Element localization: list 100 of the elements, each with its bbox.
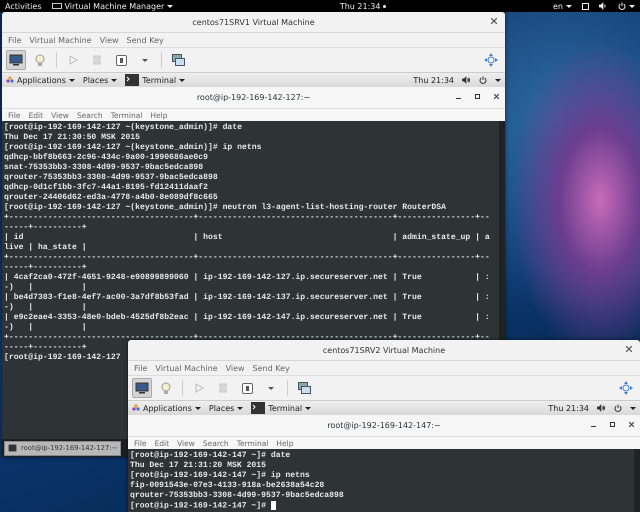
caret-icon <box>194 406 201 410</box>
close-icon[interactable] <box>626 346 632 352</box>
terminal-line: qdhcp-0d1cf1bb-3fc7-44a1-8195-fd12411daaf2 <box>4 183 208 193</box>
flower-icon <box>6 76 14 84</box>
places-menu[interactable]: Places <box>82 76 108 84</box>
app-menu[interactable]: Virtual Machine Manager <box>64 2 164 10</box>
terminal-line: [root@ip-192-169-142-147 ~]# ip netns <box>130 471 310 481</box>
caret-icon <box>179 78 186 82</box>
speaker-icon[interactable] <box>599 2 608 10</box>
terminal-line: +--------------------------------------+----------------------------------------+----------------+-- <box>4 253 490 263</box>
terminal-menu[interactable]: Terminal <box>142 76 176 84</box>
play-icon <box>194 383 204 393</box>
terminal-line: +--------------------------------------+----------------------------------------+----------------+-- <box>4 333 490 343</box>
terminal-line: -----+----------+ <box>4 223 87 233</box>
clock[interactable]: Thu 21:34 <box>413 76 454 84</box>
clock[interactable]: Thu 21:34 <box>340 2 380 10</box>
lightbulb-icon <box>35 54 45 66</box>
monitor-icon <box>135 382 149 394</box>
play-icon <box>68 55 78 65</box>
notification-dot-icon <box>383 4 386 8</box>
terminal-line: -----+----------+ <box>4 263 87 273</box>
terminal-line: | 4caf2ca0-472f-4651-9248-e90899899060 | ip-192-169-142-127.ip.secureserver.net | True | : <box>4 273 490 283</box>
terminal-line: Thu Dec 17 21:31:20 MSK 2015 <box>130 461 266 471</box>
square-icon[interactable] <box>582 2 589 10</box>
menu-item[interactable]: Virtual Machine <box>155 364 218 372</box>
pause-icon <box>92 55 102 65</box>
caret-icon <box>167 4 174 8</box>
maximize-icon[interactable] <box>610 422 615 427</box>
terminal-line: [root@ip-192-169-142-127 ~(keystone_admin)]# neutron l3-agent-list-hosting-router RouterDSA <box>4 203 446 213</box>
terminal-line: [root@ip-192-169-142-147 ~]# date <box>130 451 290 461</box>
menu-item[interactable]: File <box>134 364 148 372</box>
terminal-line: | be4d7383-f1e8-4ef7-ac00-3a7df8b53fad | ip-192-169-142-137.ip.secureserver.net | True | : <box>4 293 490 303</box>
terminal-line: +--------------------------------------+----------------------------------------+----------------+-- <box>4 213 490 223</box>
language-menu[interactable]: en <box>553 2 563 10</box>
terminal-line: live | ha_state | <box>4 243 87 253</box>
close-icon[interactable] <box>491 18 497 24</box>
caret-icon <box>111 78 118 82</box>
pause-icon <box>218 383 228 393</box>
console-button[interactable] <box>6 50 26 70</box>
speaker-icon[interactable] <box>462 76 471 84</box>
terminal-menu[interactable]: Terminal <box>268 404 302 412</box>
menu-item[interactable]: Send Key <box>126 36 164 44</box>
caret-icon <box>566 4 572 8</box>
text-cursor <box>270 501 276 510</box>
power-switch-icon <box>242 382 252 394</box>
power-switch-icon <box>116 54 126 66</box>
terminal-line: -) | | <box>4 323 87 333</box>
terminal-line: [root@ip-192-169-142-147 ~]# <box>130 501 276 512</box>
applications-menu[interactable]: Applications <box>143 404 192 412</box>
terminal-line: qrouter-75353bb3-3308-4d99-9537-9bac5edca898 <box>130 491 344 501</box>
terminal-line: | id | host | admin_state_up | a <box>4 233 490 243</box>
windows-icon <box>172 54 184 66</box>
applications-menu[interactable]: Applications <box>17 76 66 84</box>
lightbulb-icon <box>161 382 171 394</box>
terminal-line: qrouter-75353bb3-3308-4d99-9537-9bac5edca898 <box>4 173 218 183</box>
caret-icon <box>237 406 244 410</box>
monitor-icon <box>9 54 23 66</box>
window-title: centos71SRV2 Virtual Machine <box>322 346 446 354</box>
terminal-line: Thu Dec 17 21:30:50 MSK 2015 <box>4 133 140 143</box>
close-icon[interactable] <box>494 94 499 99</box>
caret-icon <box>629 4 635 8</box>
power-icon[interactable] <box>479 76 487 84</box>
menu-item[interactable]: Send Key <box>252 364 290 372</box>
console-button[interactable] <box>132 378 152 398</box>
terminal-line: [root@ip-192-169-142-127 ~(keystone_admin)]# ip netns <box>4 143 262 153</box>
places-menu[interactable]: Places <box>208 404 234 412</box>
windows-icon <box>298 382 310 394</box>
close-icon[interactable] <box>629 422 634 427</box>
window-title: centos71SRV1 Virtual Machine <box>192 18 315 26</box>
terminal-icon <box>8 444 17 452</box>
terminal-line: qrouter-24406d62-ed3a-4778-a4b0-8e089df8c665 <box>4 193 218 203</box>
terminal-line: [root@ip-192-169-142-127 ~(keystone_admin)]# date <box>4 123 242 133</box>
caret-icon <box>495 78 501 82</box>
power-icon[interactable] <box>614 404 622 412</box>
maximize-icon[interactable] <box>475 94 480 99</box>
menu-item[interactable]: View <box>226 364 245 372</box>
monitor-icon <box>52 3 62 9</box>
flower-icon <box>132 404 140 412</box>
terminal-line: -) | | <box>4 283 87 293</box>
terminal-title: root@ip-192-169-142-127:~ <box>196 93 310 102</box>
terminal-line: qdhcp-bbf8b663-2c96-434c-9a00-1990686ae0c9 <box>4 153 208 163</box>
caret-icon <box>268 386 274 390</box>
clock[interactable]: Thu 21:34 <box>548 404 589 412</box>
caret-icon <box>630 406 636 410</box>
caret-icon <box>68 78 75 82</box>
move-arrows-icon <box>484 53 498 67</box>
caret-icon <box>142 58 148 62</box>
terminal-line: -) | | <box>4 303 87 313</box>
terminal-line: snat-75353bb3-3308-4d99-9537-9bac5edca898 <box>4 163 204 173</box>
terminal-line: | e9c2eae4-3353-48e0-bdeb-4525df8b2eac | ip-192-169-142-147.ip.secureserver.net | True | : <box>4 313 490 323</box>
terminal-line: fip-0091543e-07e3-4133-918a-be2638a54c28 <box>130 481 324 491</box>
menu-item[interactable]: Virtual Machine <box>29 36 92 44</box>
terminal-line: [root@ip-192-169-142-127 <box>4 353 121 363</box>
menu-item[interactable]: File <box>8 36 22 44</box>
terminal-line: -----+----------+ <box>4 343 87 353</box>
speaker-icon[interactable] <box>597 404 606 412</box>
menu-item[interactable]: View <box>100 36 119 44</box>
activities-button[interactable]: Activities <box>5 2 42 10</box>
caret-icon <box>305 406 312 410</box>
move-arrows-icon <box>619 381 633 395</box>
